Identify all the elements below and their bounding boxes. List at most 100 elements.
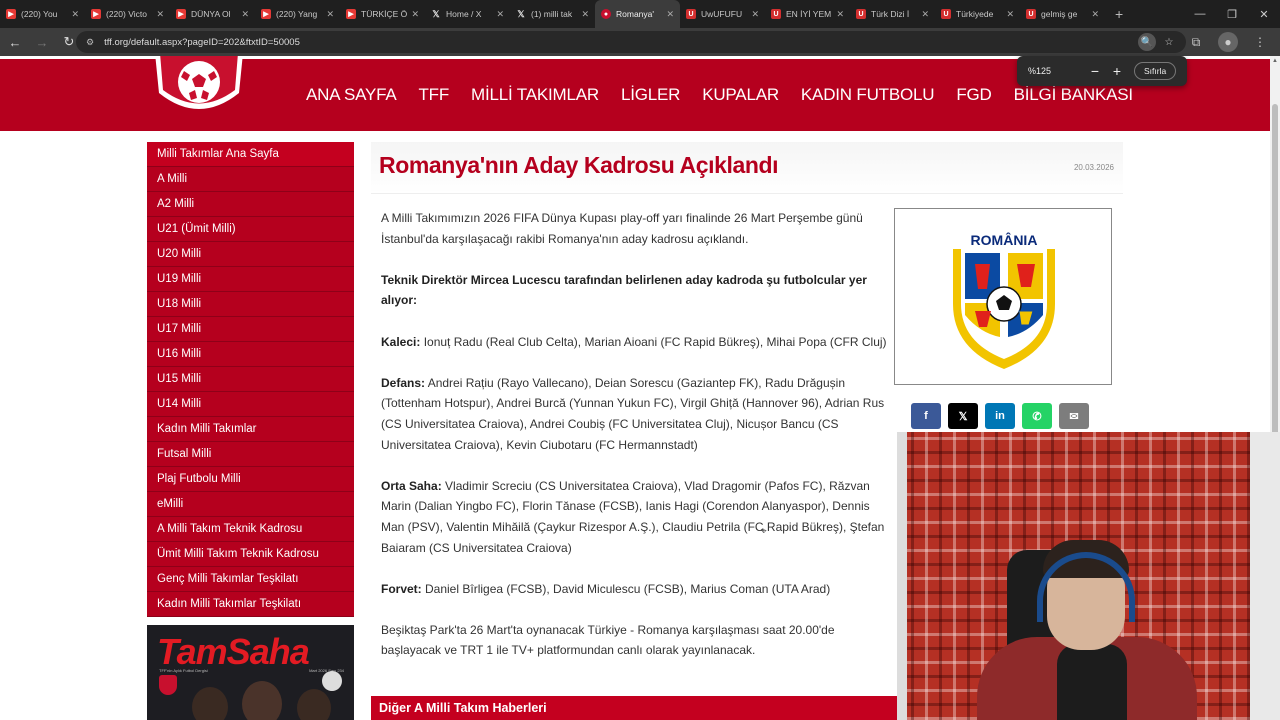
url-text[interactable]: tff.org/default.aspx?pageID=202&ftxtID=5… — [104, 37, 300, 48]
browser-tab[interactable]: U Türk Dizi İ ✕ — [850, 0, 935, 28]
zoom-out-button[interactable]: − — [1084, 63, 1106, 79]
webcam-overlay — [897, 432, 1280, 720]
bookmark-star-icon[interactable]: ☆ — [1160, 33, 1178, 51]
sidebar-item[interactable]: U19 Milli — [147, 267, 354, 292]
linkedin-share-icon[interactable]: in — [985, 403, 1015, 429]
article-body: A Milli Takımımızın 2026 FIFA Dünya Kupa… — [381, 208, 891, 682]
scroll-up-icon[interactable]: ▲ — [1270, 58, 1280, 64]
scrollbar-thumb[interactable] — [1272, 104, 1278, 454]
sidebar-item[interactable]: Kadın Milli Takımlar Teşkilatı — [147, 592, 354, 617]
youtube-icon: ▶ — [91, 9, 101, 19]
position-label: Defans: — [381, 375, 426, 390]
close-tab-icon[interactable]: ✕ — [666, 9, 674, 20]
nav-link[interactable]: MİLLİ TAKIMLAR — [460, 85, 610, 105]
nav-link[interactable]: ANA SAYFA — [295, 85, 407, 105]
tamsaha-magazine-banner[interactable]: TamSaha TFF'nin Aylık Futbol Dergisi Mar… — [147, 625, 354, 720]
back-icon[interactable]: ← — [3, 30, 27, 54]
sidebar-item[interactable]: eMilli — [147, 492, 354, 517]
close-window-icon[interactable]: ✕ — [1248, 0, 1280, 28]
sidebar-item[interactable]: U17 Milli — [147, 317, 354, 342]
browser-tab[interactable]: 𝕏 (1) milli tak ✕ — [510, 0, 595, 28]
browser-tab[interactable]: ▶ (220) Yang ✕ — [255, 0, 340, 28]
menu-kebab-icon[interactable]: ⋮ — [1250, 32, 1270, 52]
sidebar-item[interactable]: Plaj Futbolu Milli — [147, 467, 354, 492]
sidebar-item[interactable]: A2 Milli — [147, 192, 354, 217]
browser-tab[interactable]: ▶ TÜRKİÇE Ö ✕ — [340, 0, 425, 28]
u-icon: U — [686, 9, 696, 19]
tff-logo[interactable] — [149, 56, 249, 123]
browser-tab[interactable]: U EN İYİ YEM ✕ — [765, 0, 850, 28]
site-info-icon[interactable]: ⚙ — [86, 37, 94, 48]
mouse-cursor-icon: ⌖ — [761, 526, 767, 537]
whatsapp-share-icon[interactable]: ✆ — [1022, 403, 1052, 429]
sidebar-item[interactable]: Futsal Milli — [147, 442, 354, 467]
close-tab-icon[interactable]: ✕ — [156, 9, 164, 20]
new-tab-button[interactable]: + — [1105, 6, 1133, 22]
sidebar-item[interactable]: U20 Milli — [147, 242, 354, 267]
zoom-in-button[interactable]: + — [1106, 63, 1128, 79]
browser-tab[interactable]: Ugelmiş ge ✕ — [1020, 0, 1105, 28]
browser-tab[interactable]: U UwUFUFU ✕ — [680, 0, 765, 28]
extensions-icon[interactable]: ⧉ — [1186, 32, 1206, 52]
close-tab-icon[interactable]: ✕ — [496, 9, 504, 20]
minimize-icon[interactable]: — — [1184, 0, 1216, 28]
youtube-icon: ▶ — [176, 9, 186, 19]
nav-link[interactable]: BİLGİ BANKASI — [1003, 85, 1144, 105]
close-tab-icon[interactable]: ✕ — [241, 9, 249, 20]
article-intro: A Milli Takımımızın 2026 FIFA Dünya Kupa… — [381, 211, 863, 246]
forward-icon[interactable]: → — [30, 30, 54, 54]
nav-link[interactable]: LİGLER — [610, 85, 691, 105]
close-tab-icon[interactable]: ✕ — [326, 9, 334, 20]
sidebar-item[interactable]: U18 Milli — [147, 292, 354, 317]
close-tab-icon[interactable]: ✕ — [836, 9, 844, 20]
sidebar-item[interactable]: A Milli — [147, 167, 354, 192]
close-tab-icon[interactable]: ✕ — [751, 9, 759, 20]
browser-tab[interactable]: 𝕏 Home / X ✕ — [425, 0, 510, 28]
tab-title: UwUFUFU — [701, 9, 743, 19]
zoom-popup: %125 − + Sıfırla — [1017, 56, 1187, 86]
position-label: Kaleci: — [381, 334, 421, 349]
browser-tab[interactable]: ● Romanya' ✕ — [595, 0, 680, 28]
sidebar-item[interactable]: U15 Milli — [147, 367, 354, 392]
browser-tab[interactable]: ▶ DÜNYA Ol ✕ — [170, 0, 255, 28]
nav-link[interactable]: TFF — [407, 85, 460, 105]
player-list: Andrei Rațiu (Rayo Vallecano), Deian Sor… — [381, 375, 885, 452]
sidebar-item[interactable]: U21 (Ümit Milli) — [147, 217, 354, 242]
x-share-icon[interactable]: 𝕏 — [948, 403, 978, 429]
nav-link[interactable]: KADIN FUTBOLU — [790, 85, 945, 105]
browser-tab[interactable]: ▶ (220) You ✕ — [0, 0, 85, 28]
nav-link[interactable]: KUPALAR — [691, 85, 790, 105]
squad-section: Defans: Andrei Rațiu (Rayo Vallecano), D… — [381, 373, 891, 455]
article-lead-text: Teknik Direktör Mircea Lucescu tarafında… — [381, 272, 867, 308]
sidebar-item[interactable]: Genç Milli Takımlar Teşkilatı — [147, 567, 354, 592]
browser-tab[interactable]: U Türkiyede ✕ — [935, 0, 1020, 28]
sidebar-item[interactable]: Milli Takımlar Ana Sayfa — [147, 142, 354, 167]
close-tab-icon[interactable]: ✕ — [411, 9, 419, 20]
squad-sections: Kaleci: Ionuț Radu (Real Club Celta), Ma… — [381, 332, 891, 600]
zoom-icon[interactable]: 🔍 — [1138, 33, 1156, 51]
close-tab-icon[interactable]: ✕ — [1006, 9, 1014, 20]
tab-title: TÜRKİÇE Ö — [361, 9, 408, 19]
frf-crest-image: ROMÂNIA — [953, 227, 1055, 369]
sidebar-item[interactable]: A Milli Takım Teknik Kadrosu — [147, 517, 354, 542]
tab-title: DÜNYA Ol — [191, 9, 231, 19]
main-navigation: ANA SAYFA TFF MİLLİ TAKIMLAR LİGLER KUPALAR K… — [295, 85, 1144, 105]
facebook-share-icon[interactable]: f — [911, 403, 941, 429]
zoom-reset-button[interactable]: Sıfırla — [1134, 62, 1177, 80]
close-tab-icon[interactable]: ✕ — [581, 9, 589, 20]
close-tab-icon[interactable]: ✕ — [921, 9, 929, 20]
browser-tab[interactable]: ▶ (220) Victo ✕ — [85, 0, 170, 28]
url-field[interactable]: ⚙ tff.org/default.aspx?pageID=202&ftxtID… — [76, 31, 1186, 53]
sidebar-item[interactable]: U14 Milli — [147, 392, 354, 417]
sidebar-item[interactable]: Ümit Milli Takım Teknik Kadrosu — [147, 542, 354, 567]
sidebar-item[interactable]: Kadın Milli Takımlar — [147, 417, 354, 442]
article-outro: Beşiktaş Park'ta 26 Mart'ta oynanacak Tü… — [381, 622, 835, 658]
close-tab-icon[interactable]: ✕ — [71, 9, 79, 20]
profile-avatar[interactable]: ● — [1218, 32, 1238, 52]
article-date: 20.03.2026 — [1073, 163, 1114, 172]
sidebar-item[interactable]: U16 Milli — [147, 342, 354, 367]
nav-link[interactable]: FGD — [945, 85, 1002, 105]
email-share-icon[interactable]: ✉ — [1059, 403, 1089, 429]
maximize-icon[interactable]: ❐ — [1216, 0, 1248, 28]
close-tab-icon[interactable]: ✕ — [1091, 9, 1099, 20]
